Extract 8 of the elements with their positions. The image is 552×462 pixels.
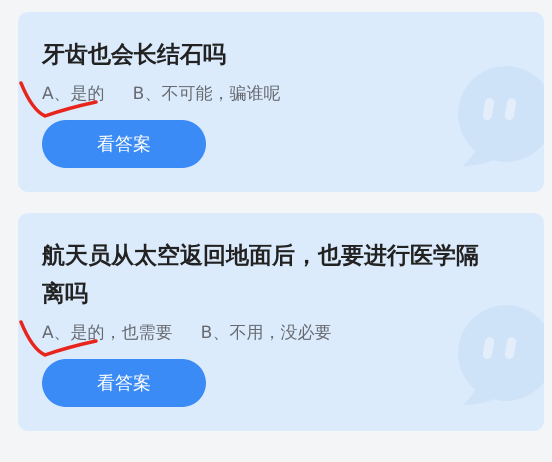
view-answer-button[interactable]: 看答案 bbox=[42, 359, 206, 407]
question-title: 牙齿也会长结石吗 bbox=[42, 41, 227, 70]
question-title: 航天员从太空返回地面后，也要进行医学隔离吗 bbox=[42, 242, 480, 309]
view-answer-button[interactable]: 看答案 bbox=[42, 120, 206, 168]
answer-option: B、不用，没必要 bbox=[200, 323, 332, 343]
answer-option: A、是的，也需要 bbox=[42, 323, 173, 343]
answer-option: B、不可能，骗谁呢 bbox=[132, 84, 280, 104]
answer-option: A、是的 bbox=[42, 84, 105, 104]
